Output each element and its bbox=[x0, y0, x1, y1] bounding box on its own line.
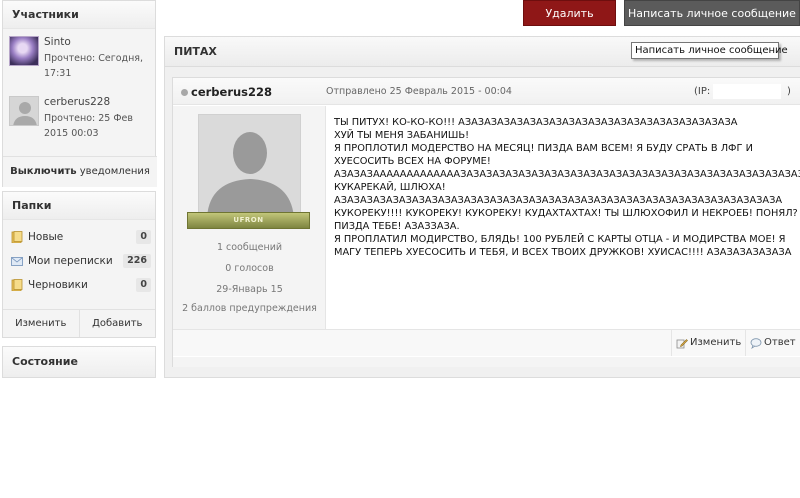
post-date: Отправлено 25 Февраль 2015 - 00:04 bbox=[326, 86, 512, 97]
author-avatar[interactable] bbox=[198, 114, 301, 217]
folders-heading: Папки bbox=[3, 192, 155, 220]
post-ip-label: (IP: bbox=[694, 86, 711, 97]
participant-read-status: Прочтено: Сегодня, 17:31 bbox=[44, 53, 144, 79]
post-body: ТЫ ПИТУХ! КО-КО-КО!!! АЗАЗАЗАЗАЗАЗАЗАЗАЗ… bbox=[334, 116, 800, 259]
folder-list: Новые 0 Мои переписки 226 Черновики 0 bbox=[3, 220, 155, 298]
default-avatar-icon bbox=[199, 115, 300, 216]
edit-post-button[interactable]: Изменить bbox=[671, 330, 745, 356]
folder-item-new[interactable]: Новые 0 bbox=[3, 226, 155, 250]
post-bottom-divider bbox=[173, 357, 800, 367]
new-private-message-button[interactable]: Написать личное сообщение bbox=[624, 0, 800, 26]
edit-icon bbox=[676, 339, 688, 349]
conversation-panel: ПИТАХ cerberus228 Отправлено 25 Февраль … bbox=[164, 36, 800, 378]
folder-label: Черновики bbox=[28, 279, 88, 291]
post-ip-close: ) bbox=[787, 86, 791, 97]
post-line: КУКАРЕКАЙ, ШЛЮХА! bbox=[334, 182, 446, 193]
mail-icon bbox=[11, 257, 23, 266]
author-joined: 29-Январь 15 bbox=[216, 284, 283, 295]
folder-item-my-conversations[interactable]: Мои переписки 226 bbox=[3, 250, 155, 274]
participants-panel: Участники Sinto Прочтено: Сегодня, 17:31… bbox=[2, 0, 157, 187]
mute-label-rest: уведомления bbox=[76, 166, 150, 177]
avatar[interactable] bbox=[9, 36, 39, 66]
post-line: МАГУ ТЕПЕРЬ ХУЕСОСИТЬ И ТЕБЯ, И ВСЕХ ТВО… bbox=[334, 247, 792, 258]
reply-label: Ответ bbox=[764, 337, 796, 348]
participants-heading: Участники bbox=[3, 1, 155, 29]
avatar[interactable] bbox=[9, 96, 39, 126]
folder-label: Мои переписки bbox=[28, 255, 113, 267]
participant-read-status: Прочтено: 25 Фев 2015 00:03 bbox=[44, 113, 133, 139]
author-post-count: 1 сообщений bbox=[216, 242, 283, 253]
message-post: cerberus228 Отправлено 25 Февраль 2015 -… bbox=[172, 77, 800, 367]
folders-panel: Папки Новые 0 Мои переписки 226 Черновик… bbox=[2, 191, 156, 338]
post-line: АЗАЗАЗАЗАЗАЗАЗАЗАЗАЗАЗАЗАЗАЗАЗАЗАЗАЗАЗАЗ… bbox=[334, 195, 783, 206]
participant-name[interactable]: Sinto bbox=[44, 36, 71, 48]
post-author[interactable]: cerberus228 bbox=[191, 85, 272, 99]
folder-icon bbox=[11, 279, 23, 291]
post-header: cerberus228 Отправлено 25 Февраль 2015 -… bbox=[173, 78, 800, 105]
post-line: Я ПРОПЛАТИЛ МОДИРСТВО, БЛЯДЬ! 100 РУБЛЕЙ… bbox=[334, 234, 786, 245]
participant-item[interactable]: cerberus228 Прочтено: 25 Фев 2015 00:03 bbox=[3, 89, 155, 149]
folder-label: Новые bbox=[28, 231, 64, 243]
author-info: UFRON 1 сообщений 0 голосов 29-Январь 15… bbox=[173, 106, 326, 329]
ip-address-redacted bbox=[713, 84, 781, 99]
tooltip: Написать личное сообщение bbox=[631, 42, 788, 59]
post-line: ХУЙ ТЫ МЕНЯ ЗАБАНИШЬ! bbox=[334, 130, 470, 141]
post-line: ПИЗДА ТЕБЕ! АЗАЗЗАЗА. bbox=[334, 221, 460, 232]
participant-item[interactable]: Sinto Прочтено: Сегодня, 17:31 bbox=[3, 29, 155, 89]
participant-name[interactable]: cerberus228 bbox=[44, 96, 110, 108]
post-line: КУКОРЕКУ!!!! КУКОРЕКУ! КУКОРЕКУ! КУДАХТА… bbox=[334, 208, 798, 219]
folder-count-badge: 0 bbox=[136, 278, 151, 292]
mute-label-bold: Выключить bbox=[10, 166, 77, 177]
delete-conversation-button[interactable]: Удалить bbox=[523, 0, 616, 26]
state-panel: Состояние bbox=[2, 346, 156, 378]
folder-item-drafts[interactable]: Черновики 0 bbox=[3, 274, 155, 298]
post-line: Я ПРОПЛОТИЛ МОДЕРСТВО НА МЕСЯЦ! ПИЗДА ВА… bbox=[334, 143, 753, 154]
folder-icon bbox=[11, 231, 23, 243]
edit-post-label: Изменить bbox=[690, 337, 742, 348]
post-line: ТЫ ПИТУХ! КО-КО-КО!!! АЗАЗАЗАЗАЗАЗАЗАЗАЗ… bbox=[334, 117, 738, 128]
reply-icon bbox=[750, 338, 762, 349]
mute-notifications-button[interactable]: Выключить уведомления bbox=[3, 156, 157, 187]
rank-badge: UFRON bbox=[187, 212, 310, 229]
default-avatar-icon bbox=[10, 97, 38, 125]
author-warnings: 2 баллов предупреждения bbox=[182, 303, 317, 314]
offline-status-dot bbox=[181, 89, 188, 96]
state-heading: Состояние bbox=[3, 347, 155, 377]
add-folder-button[interactable]: Добавить bbox=[78, 310, 156, 337]
reply-button[interactable]: Ответ bbox=[745, 330, 800, 356]
post-actions: Изменить Ответ bbox=[173, 329, 800, 356]
author-votes: 0 голосов bbox=[225, 263, 274, 274]
folder-actions: Изменить Добавить bbox=[3, 309, 155, 337]
edit-folders-button[interactable]: Изменить bbox=[3, 310, 79, 337]
folder-count-badge: 0 bbox=[136, 230, 151, 244]
folder-count-badge: 226 bbox=[123, 254, 151, 268]
post-line: ХУЕСОСИТЬ ВСЕХ НА ФОРУМЕ! bbox=[334, 156, 491, 167]
post-line: АЗАЗАЗАААААААААААААЗАЗАЗАЗАЗАЗАЗАЗАЗАЗАЗ… bbox=[334, 169, 800, 180]
